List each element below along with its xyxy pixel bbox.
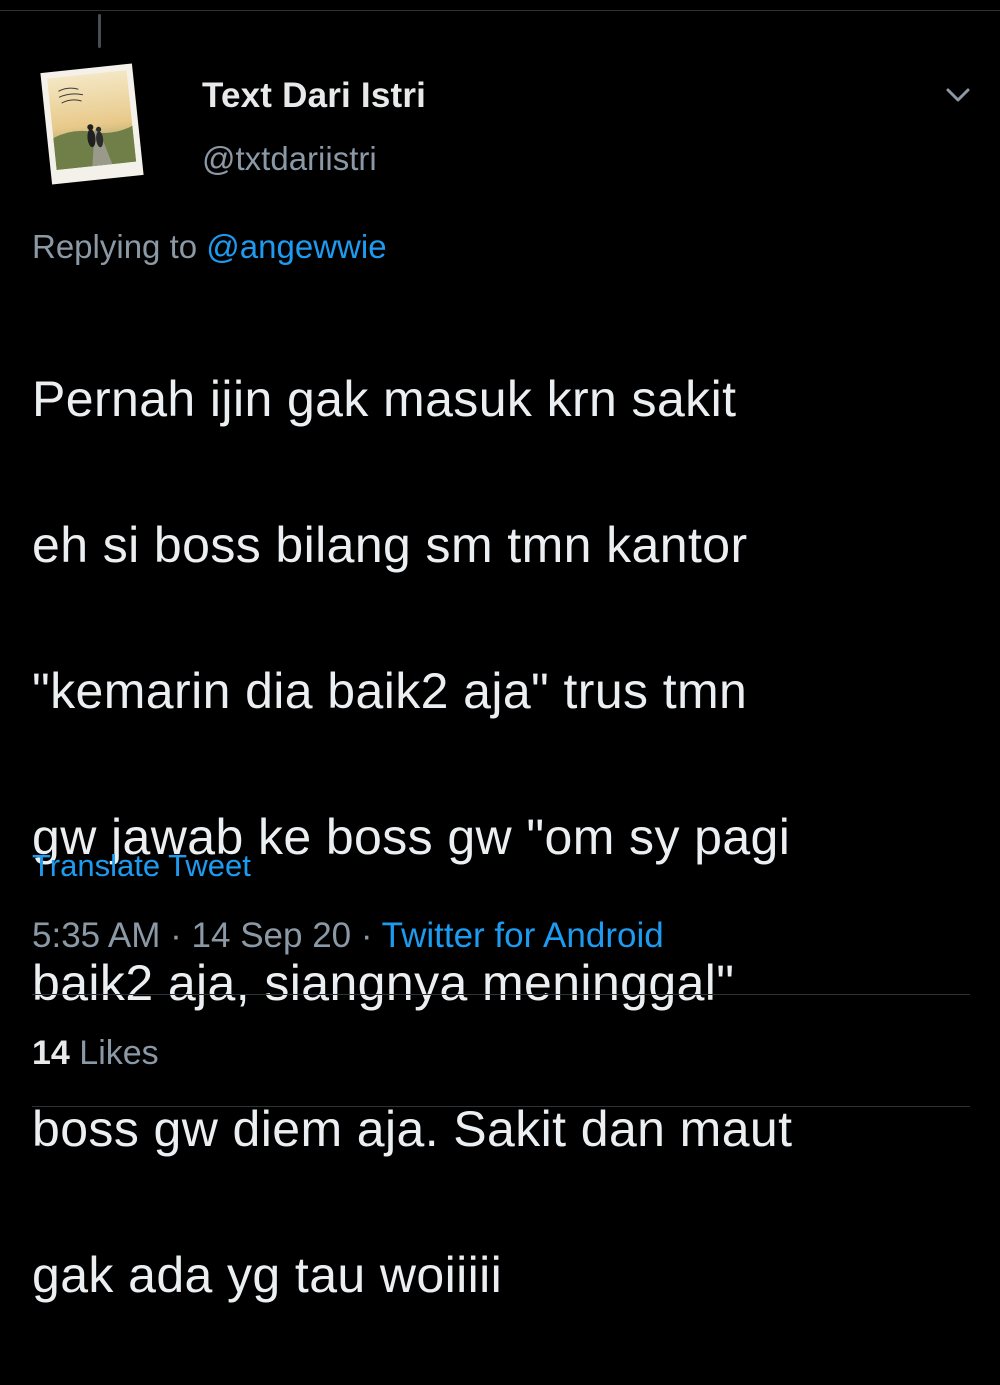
bottom-divider — [32, 1106, 970, 1107]
author-handle[interactable]: @txtdariistri — [202, 140, 377, 178]
tweet-text-line: eh si boss bilang sm tmn kantor — [32, 517, 748, 573]
tweet-time[interactable]: 5:35 AM — [32, 916, 160, 955]
author-avatar[interactable] — [40, 63, 144, 185]
tweet-text-line: gak ada yg tau woiiiii — [32, 1247, 503, 1303]
meta-separator: · — [170, 916, 182, 955]
tweet-text-line: "kemarin dia baik2 aja" trus tmn — [32, 663, 748, 719]
replying-to: Replying to @angewwie — [32, 228, 387, 266]
meta-separator: · — [360, 916, 373, 955]
tweet-date[interactable]: 14 Sep 20 — [192, 916, 352, 955]
top-divider — [0, 10, 1000, 11]
tweet-text: Pernah ijin gak masuk krn sakit eh si bo… — [32, 290, 982, 1385]
translate-tweet-link[interactable]: Translate Tweet — [32, 848, 251, 884]
likes-label: Likes — [79, 1034, 159, 1072]
tweet-source-link[interactable]: Twitter for Android — [382, 916, 664, 955]
tweet-text-line: boss gw diem aja. Sakit dan maut — [32, 1101, 793, 1157]
avatar-photo-icon — [46, 70, 137, 170]
thread-connector-line — [98, 14, 101, 48]
likes-count: 14 — [32, 1034, 70, 1072]
chevron-down-icon[interactable] — [940, 80, 976, 110]
reply-mention-link[interactable]: @angewwie — [206, 228, 386, 265]
replying-prefix: Replying to — [32, 228, 198, 265]
tweet-text-line: baik2 aja, siangnya meninggal" — [32, 955, 735, 1011]
tweet-text-line: Pernah ijin gak masuk krn sakit — [32, 371, 737, 427]
stats-divider — [32, 994, 970, 995]
tweet-metadata: 5:35 AM · 14 Sep 20 · Twitter for Androi… — [32, 916, 664, 956]
likes-stat[interactable]: 14 Likes — [32, 1034, 159, 1073]
author-display-name[interactable]: Text Dari Istri — [202, 76, 426, 116]
